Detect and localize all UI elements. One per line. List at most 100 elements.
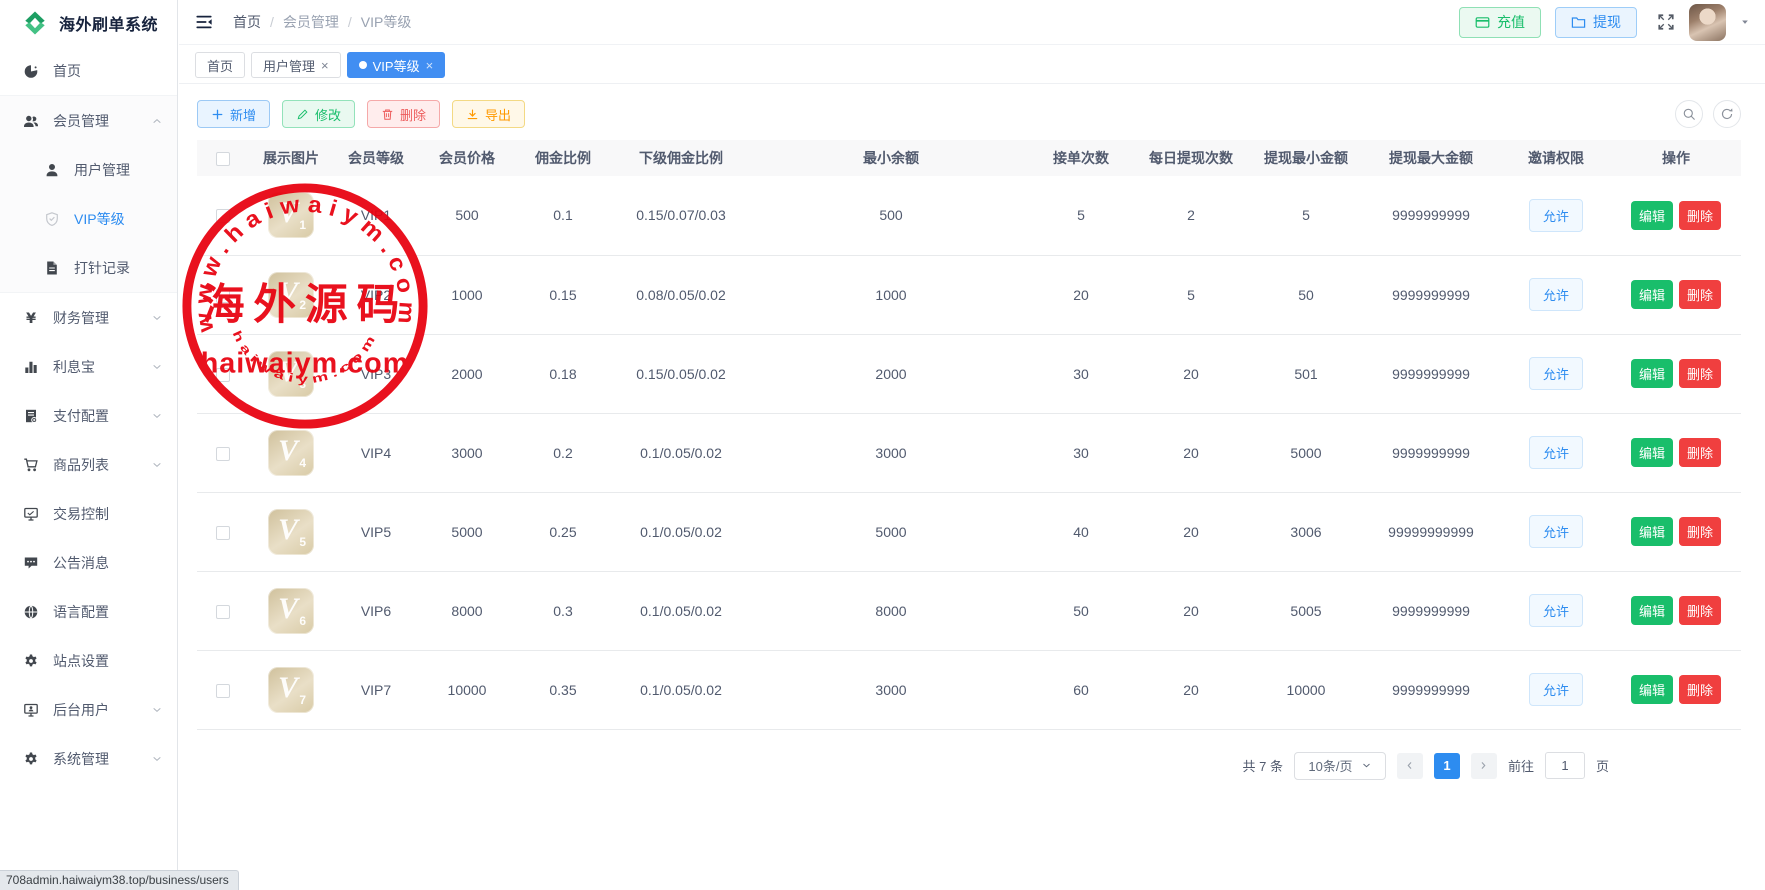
sidebar-item-vip-level[interactable]: VIP等级 (0, 194, 177, 243)
invite-allow-button[interactable]: 允许 (1529, 278, 1583, 311)
invite-allow-button[interactable]: 允许 (1529, 515, 1583, 548)
sidebar-item-members[interactable]: 会员管理 (0, 96, 177, 145)
tab-VIP等级[interactable]: VIP等级× (347, 52, 446, 78)
delete-row-button[interactable]: 删除 (1679, 675, 1721, 704)
document-icon (44, 260, 61, 276)
add-button[interactable]: 新增 (197, 100, 270, 128)
vip-badge-image: V1 (268, 192, 314, 238)
export-button[interactable]: 导出 (452, 100, 525, 128)
sidebar-item-system-manage[interactable]: 系统管理 (0, 734, 177, 783)
sidebar-item-label: 打针记录 (74, 258, 130, 278)
user-menu-caret-icon[interactable] (1740, 17, 1750, 27)
page-size-select[interactable]: 10条/页 (1294, 752, 1386, 780)
invite-allow-button[interactable]: 允许 (1529, 357, 1583, 390)
cell-level: VIP1 (333, 176, 419, 255)
row-checkbox[interactable] (216, 209, 230, 223)
chevron-down-icon (151, 312, 163, 324)
delete-row-button[interactable]: 删除 (1679, 517, 1721, 546)
delete-row-button[interactable]: 删除 (1679, 201, 1721, 230)
menu-fold-icon[interactable] (195, 13, 213, 31)
sidebar-item-product-list[interactable]: 商品列表 (0, 440, 177, 489)
delete-row-button[interactable]: 删除 (1679, 280, 1721, 309)
refresh-button[interactable] (1713, 100, 1741, 128)
chevron-left-icon (1404, 760, 1415, 771)
invite-allow-button[interactable]: 允许 (1529, 436, 1583, 469)
invite-allow-button[interactable]: 允许 (1529, 199, 1583, 232)
row-checkbox[interactable] (216, 447, 230, 461)
row-checkbox[interactable] (216, 605, 230, 619)
cell-min-balance: 5000 (751, 492, 1031, 571)
search-button[interactable] (1675, 100, 1703, 128)
select-all-checkbox[interactable] (216, 152, 230, 166)
globe-icon (23, 604, 40, 620)
column-header: 下级佣金比例 (611, 140, 751, 176)
breadcrumb-item[interactable]: 会员管理 (283, 12, 339, 32)
row-checkbox[interactable] (216, 289, 230, 303)
edit-button[interactable]: 编辑 (1631, 596, 1673, 625)
column-header: 每日提现次数 (1131, 140, 1251, 176)
sidebar-item-language-config[interactable]: 语言配置 (0, 587, 177, 636)
main-area: 首页/会员管理/VIP等级 充值 提现 首页用户管理×VIP等级× (179, 0, 1765, 890)
delete-row-button[interactable]: 删除 (1679, 596, 1721, 625)
chevron-down-icon (151, 704, 163, 716)
sidebar-item-injection-records[interactable]: 打针记录 (0, 243, 177, 292)
delete-row-button[interactable]: 删除 (1679, 359, 1721, 388)
recharge-button[interactable]: 充值 (1459, 7, 1541, 38)
gear-icon (23, 653, 40, 669)
sidebar-item-finance[interactable]: ¥财务管理 (0, 293, 177, 342)
chart-icon (23, 359, 40, 375)
edit-button[interactable]: 编辑 (1631, 280, 1673, 309)
row-checkbox[interactable] (216, 368, 230, 382)
sidebar-item-admin-users[interactable]: 后台用户 (0, 685, 177, 734)
invite-allow-button[interactable]: 允许 (1529, 673, 1583, 706)
edit-button[interactable]: 编辑 (1631, 201, 1673, 230)
next-page-button[interactable] (1471, 753, 1497, 779)
cell-withdraw-min: 5 (1251, 176, 1361, 255)
goto-page-input[interactable] (1545, 752, 1585, 779)
current-page-button[interactable]: 1 (1434, 753, 1460, 779)
edit-button[interactable]: 编辑 (1631, 675, 1673, 704)
breadcrumb-separator: / (270, 14, 274, 30)
delete-row-button[interactable]: 删除 (1679, 438, 1721, 467)
close-tab-icon[interactable]: × (321, 59, 329, 72)
column-header: 邀请权限 (1501, 140, 1611, 176)
tab-首页[interactable]: 首页 (195, 52, 245, 78)
delete-button[interactable]: 删除 (367, 100, 440, 128)
invite-allow-button[interactable]: 允许 (1529, 594, 1583, 627)
edit-button[interactable]: 编辑 (1631, 438, 1673, 467)
sidebar-item-home[interactable]: 首页 (0, 46, 177, 95)
row-checkbox[interactable] (216, 684, 230, 698)
breadcrumb: 首页/会员管理/VIP等级 (233, 12, 411, 32)
pencil-icon (296, 108, 309, 121)
svg-text:¥: ¥ (26, 311, 36, 326)
edit-button[interactable]: 编辑 (1631, 517, 1673, 546)
sidebar-item-label: 商品列表 (53, 455, 109, 475)
user-icon (44, 162, 61, 178)
sidebar-item-trade-control[interactable]: 交易控制 (0, 489, 177, 538)
close-tab-icon[interactable]: × (426, 59, 434, 72)
table-row: V6VIP680000.30.1/0.05/0.0280005020500599… (197, 571, 1741, 650)
vip-table: 展示图片会员等级会员价格佣金比例下级佣金比例最小余额接单次数每日提现次数提现最小… (197, 140, 1741, 730)
app-logo: 海外刷单系统 (0, 0, 177, 46)
prev-page-button[interactable] (1397, 753, 1423, 779)
avatar[interactable] (1689, 4, 1726, 41)
cell-order-count: 30 (1031, 413, 1131, 492)
sidebar-item-announcements[interactable]: 公告消息 (0, 538, 177, 587)
withdraw-button[interactable]: 提现 (1555, 7, 1637, 38)
cell-commission: 0.1 (515, 176, 611, 255)
breadcrumb-item[interactable]: 首页 (233, 12, 261, 32)
edit-button[interactable]: 编辑 (1631, 359, 1673, 388)
fullscreen-icon[interactable] (1657, 13, 1675, 31)
row-checkbox[interactable] (216, 526, 230, 540)
tab-用户管理[interactable]: 用户管理× (251, 52, 341, 78)
breadcrumb-item[interactable]: VIP等级 (361, 12, 412, 32)
sidebar-item-site-settings[interactable]: 站点设置 (0, 636, 177, 685)
export-label: 导出 (485, 105, 511, 124)
sidebar-item-payment-config[interactable]: 支付配置 (0, 391, 177, 440)
sidebar-item-interest[interactable]: 利息宝 (0, 342, 177, 391)
vip-badge-image: V7 (268, 667, 314, 713)
add-label: 新增 (230, 105, 256, 124)
page: 海外刷单系统 首页会员管理用户管理VIP等级打针记录¥财务管理利息宝支付配置商品… (0, 0, 1765, 890)
modify-button[interactable]: 修改 (282, 100, 355, 128)
sidebar-item-user-manage[interactable]: 用户管理 (0, 145, 177, 194)
